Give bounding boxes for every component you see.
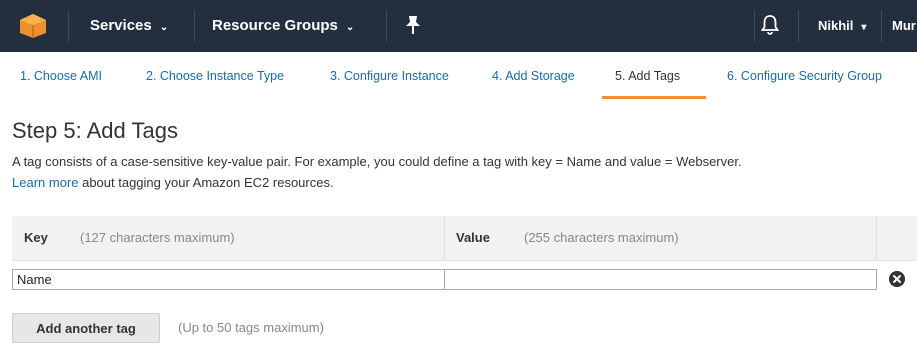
tab-choose-instance-type[interactable]: 2. Choose Instance Type xyxy=(146,52,284,100)
chevron-down-icon: ⌄ xyxy=(345,22,355,33)
page-description: A tag consists of a case-sensitive key-v… xyxy=(12,151,917,193)
learn-more-suffix: about tagging your Amazon EC2 resources. xyxy=(78,175,334,190)
key-column-hint: (127 characters maximum) xyxy=(80,230,235,245)
tab-add-storage[interactable]: 4. Add Storage xyxy=(492,52,575,100)
resource-groups-menu[interactable]: Resource Groups ⌄ xyxy=(212,0,354,52)
active-tab-indicator xyxy=(602,96,706,99)
pin-icon[interactable] xyxy=(404,14,422,36)
description-text: A tag consists of a case-sensitive key-v… xyxy=(12,154,742,169)
region-menu[interactable]: Mur xyxy=(892,0,916,52)
tab-configure-instance[interactable]: 3. Configure Instance xyxy=(330,52,449,100)
bell-icon[interactable] xyxy=(760,14,780,36)
key-column-header: Key xyxy=(24,230,48,245)
page-title: Step 5: Add Tags xyxy=(12,118,178,143)
user-menu[interactable]: Nikhil ▾ xyxy=(818,0,866,52)
tag-value-input[interactable] xyxy=(444,269,877,290)
tags-table-header: Key (127 characters maximum) Value (255 … xyxy=(12,216,917,261)
add-another-tag-button[interactable]: Add another tag xyxy=(12,313,160,343)
column-divider xyxy=(876,216,877,260)
tag-limit-hint: (Up to 50 tags maximum) xyxy=(178,320,324,335)
nav-divider xyxy=(68,10,69,42)
resource-groups-label: Resource Groups xyxy=(212,17,338,34)
tab-choose-ami[interactable]: 1. Choose AMI xyxy=(20,52,102,100)
nav-divider xyxy=(754,10,755,42)
learn-more-line: Learn more about tagging your Amazon EC2… xyxy=(12,172,917,193)
value-column-hint: (255 characters maximum) xyxy=(524,230,679,245)
tab-add-tags[interactable]: 5. Add Tags xyxy=(615,52,680,100)
nav-divider xyxy=(194,10,195,42)
remove-circle-icon[interactable] xyxy=(889,271,905,287)
wizard-steps: 1. Choose AMI 2. Choose Instance Type 3.… xyxy=(0,52,917,102)
nav-divider xyxy=(881,10,882,42)
tab-configure-security-group[interactable]: 6. Configure Security Group xyxy=(727,52,882,100)
nav-divider xyxy=(386,10,387,42)
aws-cube-icon[interactable] xyxy=(18,13,48,39)
nav-divider xyxy=(798,10,799,42)
services-label: Services xyxy=(90,17,152,34)
services-menu[interactable]: Services ⌄ xyxy=(90,0,168,52)
chevron-down-icon: ▾ xyxy=(861,22,867,33)
tag-key-input[interactable] xyxy=(12,269,445,290)
column-divider xyxy=(444,216,445,260)
learn-more-link[interactable]: Learn more xyxy=(12,175,78,190)
user-name: Nikhil xyxy=(818,18,854,33)
value-column-header: Value xyxy=(456,230,490,245)
top-navigation-bar: Services ⌄ Resource Groups ⌄ Nikhil ▾ Mur xyxy=(0,0,917,52)
chevron-down-icon: ⌄ xyxy=(159,22,169,33)
region-label: Mur xyxy=(892,18,916,33)
